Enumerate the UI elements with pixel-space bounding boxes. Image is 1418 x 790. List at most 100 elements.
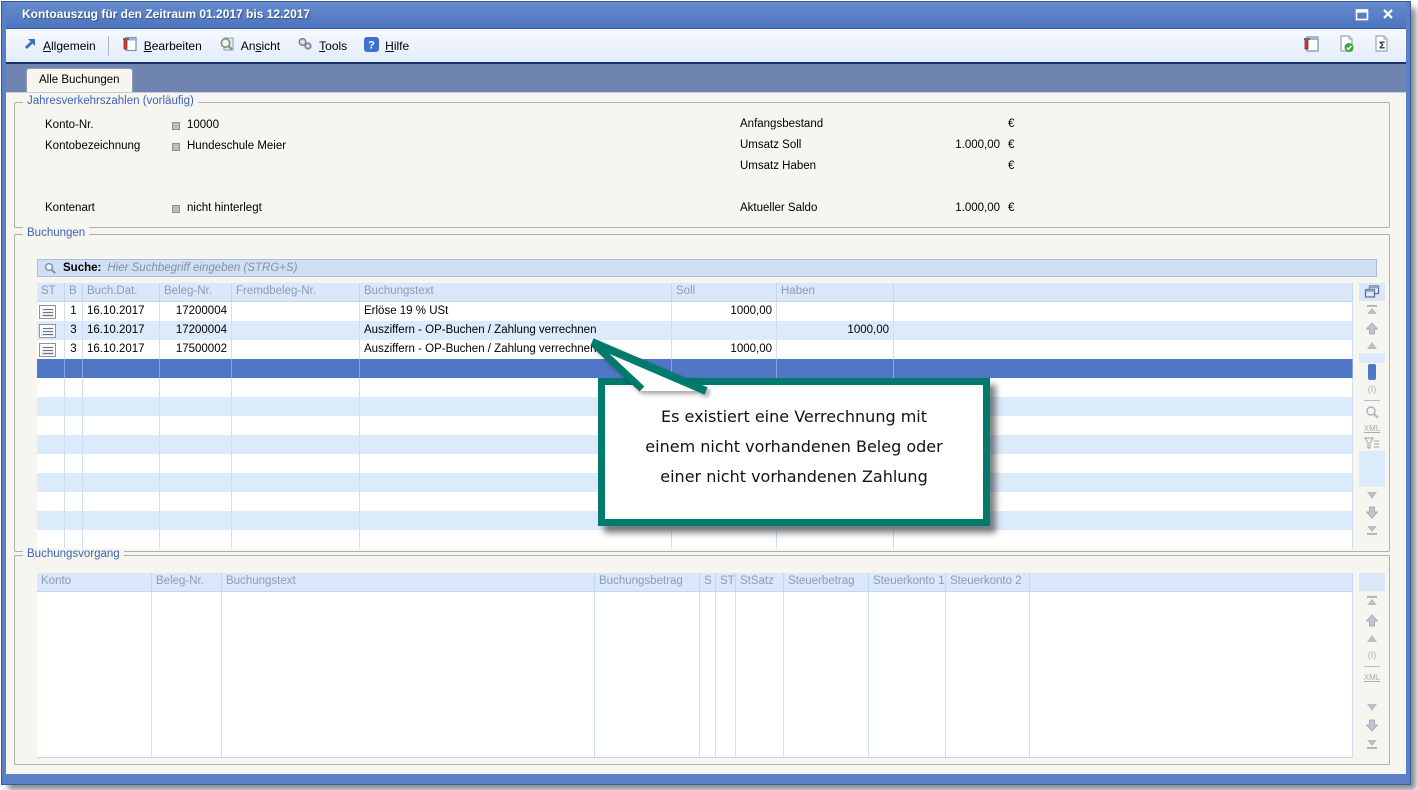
summary-field-right-2: Umsatz Haben€ [740,160,1040,174]
menu-ansicht[interactable]: Ansicht [210,31,288,60]
bullet-icon [172,122,180,130]
page-down-icon[interactable] [1359,716,1385,735]
column-divider [715,592,716,757]
column-header-fill[interactable] [894,283,1353,301]
magnifier-icon[interactable] [1359,403,1385,421]
column-header-st[interactable]: ST [37,283,65,301]
split-booking-icon[interactable] [39,305,56,319]
scroll-bottom-icon[interactable] [1359,521,1385,539]
search-bar[interactable]: Suche: Hier Suchbegriff eingeben (STRG+S… [37,259,1377,277]
tab-alle-buchungen[interactable]: Alle Buchungen [26,68,133,92]
column-header-haben[interactable]: Haben [777,283,894,301]
cell-beleg: 17200004 [160,321,232,340]
scroll-bottom-icon[interactable] [1359,735,1385,753]
cell-st [37,302,65,321]
cell-st [37,454,65,473]
restore-icon[interactable] [1354,7,1370,21]
cell-st [37,492,65,511]
field-label: Umsatz Haben [740,160,816,172]
document-check-icon[interactable] [1335,33,1357,55]
page-down-icon[interactable] [1359,503,1385,521]
split-booking-icon[interactable] [39,343,56,357]
scroll-top-icon[interactable] [1359,591,1385,611]
cell-fill [894,321,1353,340]
cell-b: 3 [65,321,83,340]
cell-text [360,530,672,549]
cell-beleg [160,492,232,511]
paren-i-icon[interactable]: (I) [1359,381,1385,397]
page-up-icon[interactable] [1359,319,1385,337]
row-up-icon[interactable] [1359,630,1385,647]
xml-icon[interactable]: XML [1359,421,1385,435]
cell-fill [894,530,1353,549]
cell-st [37,397,65,416]
filter-icon[interactable] [1359,435,1385,451]
field-chooser-icon[interactable] [1359,283,1385,301]
menu-allgemein[interactable]: Allgemein [14,32,104,59]
cell-haben [777,340,894,359]
menu-tools[interactable]: Tools [288,31,355,60]
column-header-konto[interactable]: Konto [37,573,152,591]
table-row[interactable] [37,530,1353,549]
row-up-icon[interactable] [1359,337,1385,353]
bookings-scroll-strip: (I) XML [1357,283,1387,539]
bullet-icon [172,143,180,151]
cell-fremd [232,302,360,321]
scrollbar-track[interactable] [1359,363,1385,381]
field-label: Anfangsbestand [740,118,823,130]
summary-field-0: Konto-Nr.10000 [45,119,645,133]
cell-st [37,511,65,530]
groupbox-title: Buchungsvorgang [23,548,124,560]
row-down-icon[interactable] [1359,487,1385,503]
document-sigma-icon[interactable]: Σ [1370,33,1392,55]
cell-fremd [232,359,360,378]
xml-icon[interactable]: XML [1359,669,1385,685]
row-down-icon[interactable] [1359,699,1385,716]
column-header-fill[interactable] [1030,573,1353,591]
column-header-s[interactable]: S [700,573,716,591]
cell-date [83,473,160,492]
transaction-table-body [37,592,1353,758]
page-up-icon[interactable] [1359,611,1385,630]
scroll-top-icon[interactable] [1359,301,1385,319]
scrollbar-track-segment[interactable] [1359,451,1385,487]
column-header-b[interactable]: B [65,283,83,301]
svg-text:?: ? [368,39,375,51]
menu-bearbeiten[interactable]: Bearbeiten [113,31,210,60]
field-label: Umsatz Soll [740,139,801,151]
column-header-text[interactable]: Buchungstext [360,283,672,301]
help-icon: ? [363,36,380,56]
column-header-stbetr[interactable]: Steuerbetrag [784,573,869,591]
cell-st [37,416,65,435]
cell-fremd [232,454,360,473]
svg-text:Σ: Σ [1379,41,1386,52]
column-header-fremd[interactable]: Fremdbeleg-Nr. [232,283,360,301]
column-header-text[interactable]: Buchungstext [222,573,595,591]
cell-date [83,511,160,530]
column-header-betrag[interactable]: Buchungsbetrag [595,573,700,591]
summary-field-right-3: Aktueller Saldo1.000,00€ [740,202,1040,216]
titlebar: Kontoauszug für den Zeitraum 01.2017 bis… [6,2,1406,29]
split-booking-icon[interactable] [39,324,56,338]
column-divider [735,592,736,757]
scrollbar-thumb[interactable] [1368,364,1376,380]
column-header-stk1[interactable]: Steuerkonto 1 [869,573,946,591]
column-header-st[interactable]: ST [716,573,736,591]
search-label: Suche: [63,262,101,274]
close-icon[interactable] [1380,7,1396,21]
cell-fill [894,302,1353,321]
paren-i-icon[interactable]: (I) [1359,647,1385,663]
column-header-stsatz[interactable]: StSatz [736,573,784,591]
table-row[interactable]: 116.10.201717200004Erlöse 19 % USt1000,0… [37,302,1353,321]
column-header-beleg[interactable]: Beleg-Nr. [160,283,232,301]
document-clamp-icon[interactable] [1300,33,1322,55]
cell-fremd [232,340,360,359]
field-value: 1.000,00 [880,139,1000,151]
column-header-soll[interactable]: Soll [672,283,777,301]
column-header-date[interactable]: Buch.Dat. [83,283,160,301]
column-header-beleg[interactable]: Beleg-Nr. [152,573,222,591]
column-header-stk2[interactable]: Steuerkonto 2 [946,573,1030,591]
scrollbar-track-segment[interactable] [1359,353,1385,363]
desktop: Kontoauszug für den Zeitraum 01.2017 bis… [0,0,1418,790]
menu-hilfe[interactable]: ?Hilfe [355,32,417,60]
